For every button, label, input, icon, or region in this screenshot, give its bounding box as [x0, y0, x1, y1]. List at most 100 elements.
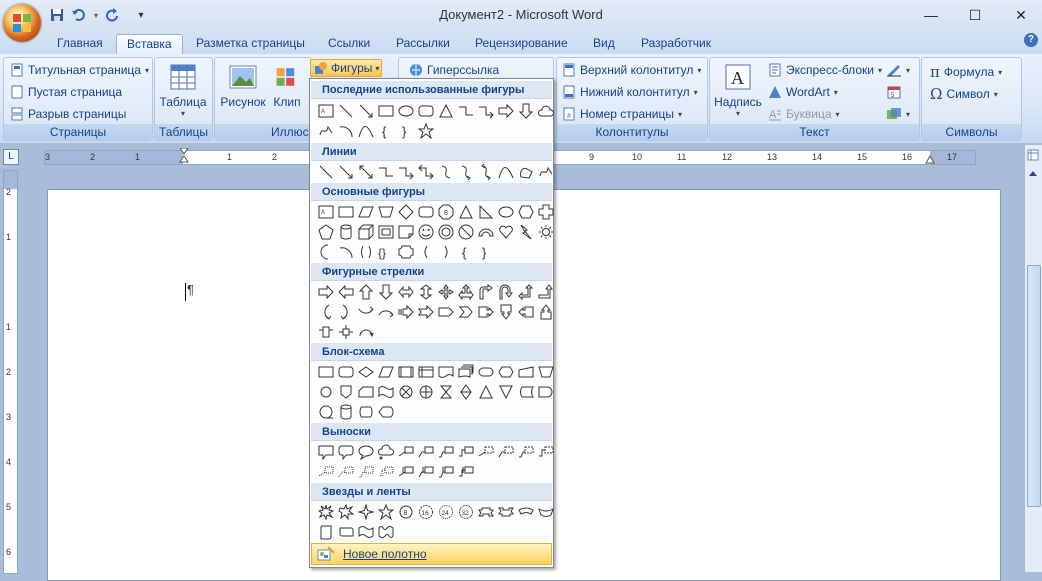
- right-bracket-shape-icon[interactable]: [436, 243, 456, 261]
- curved-right-arrow-shape-icon[interactable]: [316, 303, 336, 321]
- no-symbol-shape-icon[interactable]: [456, 223, 476, 241]
- help-button[interactable]: ?: [1024, 33, 1038, 47]
- right-arrow-shape-icon[interactable]: [316, 283, 336, 301]
- new-canvas-button[interactable]: Новое полотно: [311, 543, 552, 565]
- indent-marker-icon[interactable]: [179, 148, 189, 166]
- notched-right-arrow-shape-icon[interactable]: [416, 303, 436, 321]
- oval-shape-icon[interactable]: [496, 203, 516, 221]
- down-arrow-shape-icon[interactable]: [516, 102, 536, 120]
- line-callout-shape-icon[interactable]: [396, 443, 416, 461]
- bent-up-arrow-shape-icon[interactable]: [536, 283, 556, 301]
- octagon-shape-icon[interactable]: 8: [436, 203, 456, 221]
- curved-left-arrow-shape-icon[interactable]: [336, 303, 356, 321]
- right-triangle-shape-icon[interactable]: [476, 203, 496, 221]
- triangle-shape-icon[interactable]: [456, 203, 476, 221]
- tab-insert[interactable]: Вставка: [116, 34, 183, 55]
- line-callout-accent-2-shape-icon[interactable]: [496, 443, 516, 461]
- can-shape-icon[interactable]: [336, 223, 356, 241]
- curve-shape-icon[interactable]: [356, 122, 376, 140]
- curved-up-arrow-shape-icon[interactable]: [356, 303, 376, 321]
- tab-page-layout[interactable]: Разметка страницы: [186, 34, 315, 54]
- line-callout-no-border-2-shape-icon[interactable]: [416, 463, 436, 481]
- line-callout-no-border-shape-icon[interactable]: [396, 463, 416, 481]
- line-callout-2-shape-icon[interactable]: [416, 443, 436, 461]
- right-brace-shape-icon[interactable]: }: [396, 122, 416, 140]
- right-arrow-callout-shape-icon[interactable]: [476, 303, 496, 321]
- up-ribbon-shape-icon[interactable]: [476, 503, 496, 521]
- moon-shape-icon[interactable]: [316, 243, 336, 261]
- elbow-arrow-shape-icon[interactable]: [476, 102, 496, 120]
- shapes-button[interactable]: Фигуры ▾: [310, 59, 382, 77]
- oval-shape-icon[interactable]: [396, 102, 416, 120]
- double-wave-shape-icon[interactable]: [376, 523, 396, 541]
- symbol-button[interactable]: Ω Символ ▾: [930, 85, 998, 103]
- flowchart-merge-shape-icon[interactable]: [496, 383, 516, 401]
- line-callout-border-2-shape-icon[interactable]: [336, 463, 356, 481]
- flowchart-alternate-process-shape-icon[interactable]: [336, 363, 356, 381]
- curved-down-ribbon-shape-icon[interactable]: [536, 503, 556, 521]
- left-right-arrow-shape-icon[interactable]: [396, 283, 416, 301]
- up-arrow-callout-shape-icon[interactable]: [536, 303, 556, 321]
- cloud-shape-icon[interactable]: [536, 102, 556, 120]
- cross-shape-icon[interactable]: [536, 203, 556, 221]
- flowchart-delay-shape-icon[interactable]: [536, 383, 556, 401]
- vertical-scroll-shape-icon[interactable]: [316, 523, 336, 541]
- chevron-shape-icon[interactable]: [456, 303, 476, 321]
- flowchart-manual-operation-shape-icon[interactable]: [536, 363, 556, 381]
- clip-button[interactable]: Клип: [271, 62, 303, 109]
- footer-button[interactable]: Нижний колонтитул ▾: [562, 85, 698, 99]
- rounded-rectangular-callout-shape-icon[interactable]: [336, 443, 356, 461]
- line-shape-icon[interactable]: [336, 102, 356, 120]
- striped-right-arrow-shape-icon[interactable]: [396, 303, 416, 321]
- curved-connector-shape-icon[interactable]: [436, 163, 456, 181]
- flowchart-direct-access-storage-shape-icon[interactable]: [356, 403, 376, 421]
- elbow-arrow-shape-icon[interactable]: [396, 163, 416, 181]
- lightning-bolt-shape-icon[interactable]: [516, 223, 536, 241]
- left-right-up-arrow-shape-icon[interactable]: [456, 283, 476, 301]
- double-bracket-shape-icon[interactable]: [356, 243, 376, 261]
- left-arrow-shape-icon[interactable]: [336, 283, 356, 301]
- hexagon-shape-icon[interactable]: [516, 203, 536, 221]
- rounded-rectangle-shape-icon[interactable]: [416, 102, 436, 120]
- scrollbar-thumb[interactable]: [1027, 265, 1041, 507]
- flowchart-extract-shape-icon[interactable]: [476, 383, 496, 401]
- page-break-button[interactable]: Разрыв страницы: [10, 107, 126, 121]
- picture-button[interactable]: Рисунок: [219, 62, 267, 109]
- line-callout-border-shape-icon[interactable]: [316, 463, 336, 481]
- left-right-arrow-callout-shape-icon[interactable]: [316, 323, 336, 341]
- quad-arrow-shape-icon[interactable]: [436, 283, 456, 301]
- flowchart-document-shape-icon[interactable]: [436, 363, 456, 381]
- left-arrow-callout-shape-icon[interactable]: [516, 303, 536, 321]
- arc-shape-icon[interactable]: [336, 243, 356, 261]
- cloud-callout-shape-icon[interactable]: [376, 443, 396, 461]
- table-button[interactable]: Таблица ▾: [158, 62, 208, 118]
- line-callout-border-4-shape-icon[interactable]: [376, 463, 396, 481]
- line-callout-accent-3-shape-icon[interactable]: [516, 443, 536, 461]
- flowchart-display-shape-icon[interactable]: [376, 403, 396, 421]
- vertical-scrollbar[interactable]: [1024, 145, 1042, 572]
- flowchart-punched-tape-shape-icon[interactable]: [376, 383, 396, 401]
- textbox-button[interactable]: A Надпись ▾: [713, 62, 763, 118]
- flowchart-card-shape-icon[interactable]: [356, 383, 376, 401]
- star-5-point-shape-icon[interactable]: [376, 503, 396, 521]
- up-down-arrow-shape-icon[interactable]: [416, 283, 436, 301]
- tab-review[interactable]: Рецензирование: [465, 34, 578, 54]
- double-brace-shape-icon[interactable]: {}: [376, 243, 396, 261]
- diamond-shape-icon[interactable]: [396, 203, 416, 221]
- flowchart-sequential-access-shape-icon[interactable]: [316, 403, 336, 421]
- oval-callout-shape-icon[interactable]: [356, 443, 376, 461]
- star-32-point-shape-icon[interactable]: 32: [456, 503, 476, 521]
- bent-arrow-shape-icon[interactable]: [476, 283, 496, 301]
- down-arrow-shape-icon[interactable]: [376, 283, 396, 301]
- star-4-point-shape-icon[interactable]: [356, 503, 376, 521]
- curved-arrow-shape-icon[interactable]: [456, 163, 476, 181]
- line-shape-icon[interactable]: [316, 163, 336, 181]
- star-16-point-shape-icon[interactable]: 16: [416, 503, 436, 521]
- line-callout-no-border-4-shape-icon[interactable]: [456, 463, 476, 481]
- left-bracket-shape-icon[interactable]: [416, 243, 436, 261]
- plaque-shape-icon[interactable]: [396, 243, 416, 261]
- vertical-ruler[interactable]: 2 1 1 2 3 4 5 6: [3, 170, 18, 574]
- page-number-button[interactable]: # Номер страницы ▾: [562, 107, 682, 121]
- smiley-face-shape-icon[interactable]: [416, 223, 436, 241]
- view-ruler-icon[interactable]: [1027, 149, 1039, 161]
